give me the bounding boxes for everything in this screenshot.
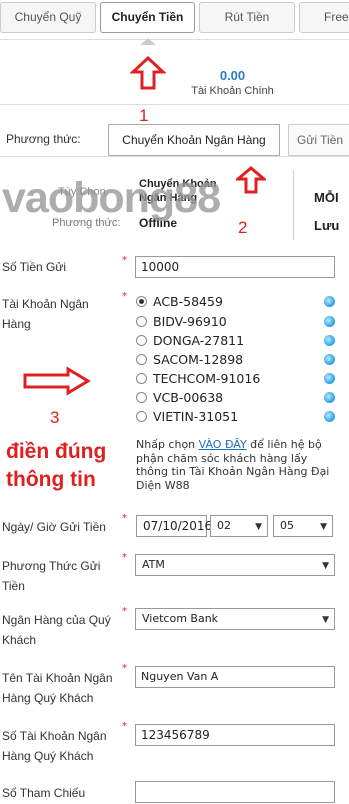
contact-link[interactable]: VÀO ĐÂY [199,438,247,451]
date-label: Ngày/ Giờ Gửi Tiền [2,520,106,534]
bank-option-vcb[interactable]: VCB-00638 [136,389,336,407]
bank-account-label-1: Tài Khoản Ngân [2,297,89,311]
tab-gui-tien[interactable]: Gửi Tiền [288,124,349,156]
account-number-input[interactable]: 123456789 [135,724,335,746]
required-marker: * [122,513,127,524]
radio-button[interactable] [136,373,147,384]
required-marker: * [122,255,127,266]
bank-option-sacom[interactable]: SACOM-12898 [136,351,336,369]
radio-button[interactable] [136,354,147,365]
deposit-method-label-1: Phương Thức Gửi [2,559,101,573]
watermark: vaobong88 [2,174,221,222]
status-dot-icon [324,296,335,307]
status-dot-icon [324,373,335,384]
status-dot-icon [324,316,335,327]
minute-value: 05 [280,519,294,532]
required-marker: * [122,606,127,617]
required-marker: * [122,552,127,563]
tab-rut-tien[interactable]: Rút Tiền [199,2,295,33]
radio-button[interactable] [136,411,147,422]
bank-option-acb[interactable]: ACB-58459 [136,293,336,311]
help-text: Nhấp chọn VÀO ĐÂY để liên hệ bộ phận chă… [136,438,341,492]
account-number-label-2: Hàng Quý Khách [2,749,94,763]
amount-input[interactable]: 10000 [135,256,335,278]
annotation-arrow-up-icon [130,55,166,90]
bank-option-label: SACOM-12898 [153,352,244,367]
divider [0,156,349,157]
bank-option-bidv[interactable]: BIDV-96910 [136,313,336,331]
divider [0,104,349,105]
bank-option-donga[interactable]: DONGA-27811 [136,332,336,350]
account-name-label-2: Hàng Quý Khách [2,691,94,705]
customer-bank-label-2: Khách [2,633,37,647]
radio-button[interactable] [136,296,147,307]
tab-bank-transfer[interactable]: Chuyển Khoản Ngân Hàng [108,124,280,156]
balance-label: Tài Khoản Chính [191,85,274,97]
bank-option-label: VIETIN-31051 [153,409,239,424]
tab-chuyen-quy[interactable]: Chuyển Quỹ [0,2,96,33]
bank-account-label-2: Hàng [2,317,31,331]
date-input[interactable]: 07/10/2016 [136,515,212,537]
hour-value: 02 [217,519,231,532]
balance-amount: 0.00 [219,68,246,83]
minute-select[interactable]: 05 ▼ [273,515,333,537]
fill-note-line1: điền đúng [6,440,107,463]
fill-note-line2: thông tin [6,468,96,491]
required-marker: * [122,721,127,732]
top-tab-bar: Chuyển Quỹ Chuyển Tiền Rút Tiền Free [0,0,349,40]
customer-bank-select[interactable]: Vietcom Bank ▼ [135,608,335,630]
annotation-step-3: 3 [50,408,60,427]
info-right-bottom: Lưu [314,218,340,233]
tab-free[interactable]: Free [299,2,349,33]
annotation-arrow-up-icon [236,166,266,194]
bank-option-label: DONGA-27811 [153,333,245,348]
help-prefix: Nhấp chọn [136,438,199,451]
status-dot-icon [324,354,335,365]
radio-button[interactable] [136,316,147,327]
radio-button[interactable] [136,335,147,346]
annotation-arrow-right-icon [23,366,91,396]
annotation-step-1: 1 [139,106,149,125]
customer-bank-value: Vietcom Bank [142,612,219,625]
info-right-top: MỖI [314,190,339,205]
deposit-method-value: ATM [142,558,165,571]
chevron-down-icon: ▼ [320,522,327,532]
account-name-label-1: Tên Tài Khoản Ngân [2,671,113,685]
annotation-step-2: 2 [238,218,248,237]
status-dot-icon [324,392,335,403]
chevron-down-icon: ▼ [322,561,329,571]
bank-option-techcom[interactable]: TECHCOM-91016 [136,370,336,388]
chevron-down-icon: ▼ [322,615,329,625]
bank-option-label: BIDV-96910 [153,314,227,329]
reference-label: Số Tham Chiếu [2,786,86,800]
account-number-label-1: Số Tài Khoản Ngân [2,729,107,743]
info-divider [293,170,294,240]
active-tab-caret [140,38,156,45]
customer-bank-label-1: Ngân Hàng của Quý [2,613,111,627]
deposit-method-select[interactable]: ATM ▼ [135,554,335,576]
bank-option-label: ACB-58459 [153,294,223,309]
radio-button[interactable] [136,392,147,403]
reference-input[interactable] [135,781,335,803]
amount-label: Số Tiền Gửi [2,260,67,274]
deposit-method-label-2: Tiền [2,579,25,593]
bank-option-label: VCB-00638 [153,390,224,405]
bank-option-vietin[interactable]: VIETIN-31051 [136,408,336,426]
bank-option-label: TECHCOM-91016 [153,371,261,386]
tab-chuyen-tien[interactable]: Chuyển Tiền [100,2,195,33]
required-marker: * [122,291,127,302]
status-dot-icon [324,335,335,346]
hour-select[interactable]: 02 ▼ [210,515,268,537]
chevron-down-icon: ▼ [255,522,262,532]
status-dot-icon [324,411,335,422]
account-name-input[interactable]: Nguyen Van A [135,666,335,688]
method-label: Phương thức: [6,132,81,146]
required-marker: * [122,663,127,674]
